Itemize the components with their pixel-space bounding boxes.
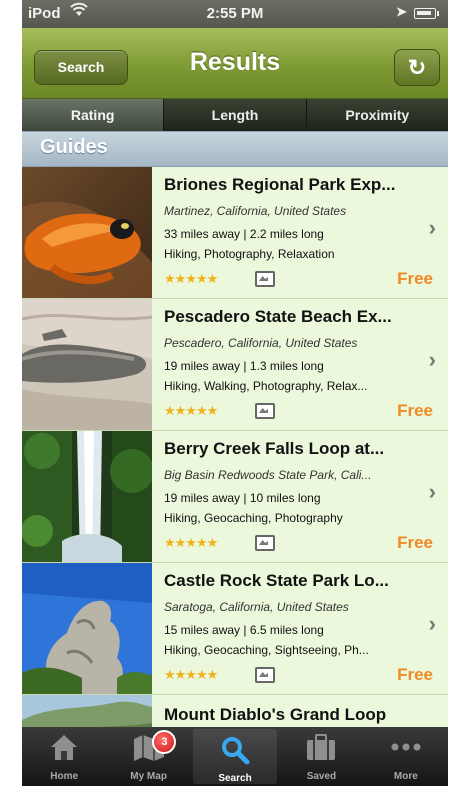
- location-arrow-icon: ➤: [396, 4, 407, 19]
- tab-label: More: [393, 771, 418, 782]
- tab-label: Home: [50, 771, 79, 782]
- sort-proximity-tab[interactable]: Proximity: [306, 99, 448, 131]
- result-title: Briones Regional Park Exp...: [164, 175, 396, 194]
- photo-gallery-icon: [255, 667, 275, 683]
- chevron-right-icon: ›: [428, 611, 436, 636]
- refresh-icon: ↻: [407, 55, 427, 80]
- tab-saved[interactable]: Saved: [279, 727, 363, 786]
- tab-label: Search: [218, 773, 252, 784]
- waterfall-photo: [22, 431, 152, 562]
- rating-stars: ★★★★★: [164, 403, 218, 418]
- result-location: Big Basin Redwoods State Park, Cali...: [164, 468, 372, 482]
- result-price: Free: [397, 533, 433, 552]
- result-location: Martinez, California, United States: [164, 204, 347, 218]
- chevron-right-icon: ›: [428, 347, 436, 372]
- rock-formation-photo: [22, 563, 152, 694]
- briefcase-icon: [279, 733, 363, 761]
- rating-stars: ★★★★★: [164, 667, 218, 682]
- tab-label: Saved: [306, 771, 337, 782]
- result-activities: Hiking, Geocaching, Photography: [164, 511, 343, 525]
- section-header: Guides: [22, 131, 448, 167]
- result-location: Saratoga, California, United States: [164, 600, 349, 614]
- map-icon: [106, 733, 190, 761]
- tab-my-map[interactable]: 3 My Map: [106, 727, 190, 786]
- result-distance-length: 19 miles away | 1.3 miles long: [164, 359, 324, 373]
- result-distance-length: 19 miles away | 10 miles long: [164, 491, 321, 505]
- result-title: Castle Rock State Park Lo...: [164, 571, 389, 590]
- list-item[interactable]: Pescadero State Beach Ex... Pescadero, C…: [22, 299, 448, 431]
- chevron-right-icon: ›: [428, 215, 436, 240]
- result-price: Free: [397, 401, 433, 420]
- house-icon: [22, 733, 106, 761]
- rating-stars: ★★★★★: [164, 535, 218, 550]
- clock: 2:55 PM: [206, 5, 264, 22]
- result-title: Berry Creek Falls Loop at...: [164, 439, 385, 458]
- result-price: Free: [397, 665, 433, 684]
- section-title: Guides: [40, 136, 108, 158]
- driftwood-beach-photo: [22, 299, 152, 430]
- tab-search[interactable]: Search: [192, 729, 278, 784]
- result-title: Pescadero State Beach Ex...: [164, 307, 392, 326]
- more-dots-icon: [364, 733, 448, 761]
- result-location: Pescadero, California, United States: [164, 336, 358, 350]
- tab-more[interactable]: More: [364, 727, 448, 786]
- result-distance-length: 15 miles away | 6.5 miles long: [164, 623, 324, 637]
- app-screen: iPod 2:55 PM ➤ Search Results ↻ Rating L…: [22, 0, 448, 786]
- sort-rating-tab[interactable]: Rating: [22, 99, 165, 131]
- result-activities: Hiking, Photography, Relaxation: [164, 247, 335, 261]
- photo-gallery-icon: [255, 403, 275, 419]
- result-distance-length: 33 miles away | 2.2 miles long: [164, 227, 324, 241]
- orange-salamander-photo: [22, 167, 152, 298]
- results-list: Briones Regional Park Exp... Martinez, C…: [22, 167, 448, 745]
- tab-bar: Home 3 My Map Search Saved More: [22, 727, 448, 786]
- navigation-bar: Search Results ↻: [22, 28, 448, 99]
- result-title: Mount Diablo's Grand Loop: [164, 705, 387, 724]
- photo-gallery-icon: [255, 535, 275, 551]
- photo-gallery-icon: [255, 271, 275, 287]
- result-activities: Hiking, Geocaching, Sightseeing, Ph...: [164, 643, 369, 657]
- rating-stars: ★★★★★: [164, 271, 218, 286]
- sort-segmented-control: Rating Length Proximity: [22, 99, 448, 131]
- result-activities: Hiking, Walking, Photography, Relax...: [164, 379, 368, 393]
- refresh-button[interactable]: ↻: [394, 49, 440, 86]
- list-item[interactable]: Berry Creek Falls Loop at... Big Basin R…: [22, 431, 448, 563]
- list-item[interactable]: Briones Regional Park Exp... Martinez, C…: [22, 167, 448, 299]
- tab-label: My Map: [130, 771, 167, 782]
- magnifier-icon: [193, 735, 277, 765]
- chevron-right-icon: ›: [428, 479, 436, 504]
- status-bar: iPod 2:55 PM ➤: [22, 0, 448, 28]
- battery-icon: [414, 8, 439, 19]
- tab-home[interactable]: Home: [22, 727, 106, 786]
- list-item[interactable]: Castle Rock State Park Lo... Saratoga, C…: [22, 563, 448, 695]
- page-title: Results: [189, 48, 281, 76]
- sort-length-tab[interactable]: Length: [164, 99, 307, 131]
- result-price: Free: [397, 269, 433, 288]
